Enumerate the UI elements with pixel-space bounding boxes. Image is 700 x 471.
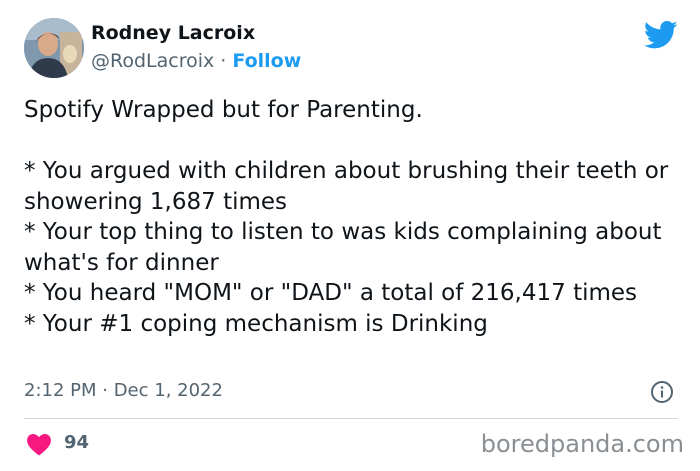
tweet-line: * Your #1 coping mechanism is Drinking	[24, 310, 488, 337]
author-handle-row: @RodLacroix · Follow	[91, 50, 301, 72]
like-count[interactable]: 94	[64, 432, 89, 453]
tweet-timestamp[interactable]: 2:12 PM · Dec 1, 2022	[24, 380, 223, 401]
tweet-card: Rodney Lacroix @RodLacroix · Follow Spot…	[0, 0, 700, 471]
avatar-photo	[24, 18, 84, 78]
tweet-line: * You heard "MOM" or "DAD" a total of 21…	[24, 280, 638, 306]
avatar[interactable]	[24, 18, 84, 78]
tweet-line: * You argued with children about brushin…	[24, 158, 669, 215]
tweet-body: Spotify Wrapped but for Parenting. * You…	[24, 95, 684, 339]
separator-dot: ·	[220, 50, 227, 72]
divider	[24, 418, 678, 419]
tweet-line: * Your top thing to listen to was kids c…	[24, 219, 662, 276]
author-name[interactable]: Rodney Lacroix	[91, 22, 255, 44]
tweet-headline: Spotify Wrapped but for Parenting.	[24, 97, 423, 123]
follow-button[interactable]: Follow	[232, 50, 301, 72]
author-handle[interactable]: @RodLacroix	[91, 50, 214, 72]
info-icon[interactable]	[650, 380, 674, 404]
watermark: boredpanda.com	[480, 430, 684, 458]
heart-icon[interactable]	[26, 432, 52, 456]
twitter-bird-icon[interactable]	[644, 20, 678, 50]
